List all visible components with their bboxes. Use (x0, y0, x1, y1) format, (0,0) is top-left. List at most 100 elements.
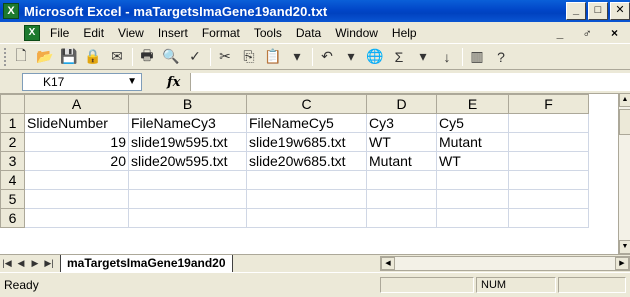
sort-ascending-icon[interactable]: ↓ (437, 47, 457, 67)
cell[interactable]: Cy5 (436, 113, 509, 133)
cell[interactable] (436, 208, 509, 228)
cell[interactable] (436, 189, 509, 209)
column-header-b[interactable]: B (128, 94, 247, 114)
paste-icon[interactable]: 📋 (263, 47, 283, 67)
menu-view[interactable]: View (118, 26, 144, 40)
chart-wizard-icon[interactable]: ▥ (467, 47, 487, 67)
cell[interactable] (508, 189, 589, 209)
cell[interactable] (436, 170, 509, 190)
undo-dropdown-icon[interactable]: ▾ (341, 47, 361, 67)
cell[interactable] (128, 170, 247, 190)
save-icon[interactable]: 💾 (59, 47, 79, 67)
select-all-corner[interactable] (0, 94, 25, 114)
row-header[interactable]: 2 (0, 132, 25, 152)
print-icon[interactable]: 🖶 (137, 47, 157, 67)
name-box[interactable]: K17 ▼ (22, 73, 142, 91)
cell[interactable]: slide19w595.txt (128, 132, 247, 152)
open-folder-icon[interactable]: 📂 (35, 47, 55, 67)
column-header-d[interactable]: D (366, 94, 437, 114)
menu-help[interactable]: Help (392, 26, 417, 40)
menu-insert[interactable]: Insert (158, 26, 188, 40)
sheet-tab-active[interactable]: maTargetsImaGene19and20 (60, 254, 233, 273)
cell[interactable]: FileNameCy5 (246, 113, 367, 133)
email-icon[interactable]: ✉ (107, 47, 127, 67)
menu-data[interactable]: Data (296, 26, 321, 40)
row-header[interactable]: 1 (0, 113, 25, 133)
vertical-scrollbar[interactable]: ▲ ▼ (618, 93, 630, 254)
menu-window[interactable]: Window (335, 26, 378, 40)
workbook-icon[interactable]: X (24, 24, 40, 41)
cell[interactable]: 20 (24, 151, 129, 171)
scroll-up-icon[interactable]: ▲ (619, 93, 630, 107)
cell[interactable]: Cy3 (366, 113, 437, 133)
next-sheet-icon[interactable]: ▶ (28, 258, 42, 269)
cell[interactable]: WT (366, 132, 437, 152)
formula-input[interactable] (190, 73, 630, 91)
cell[interactable]: WT (436, 151, 509, 171)
cell[interactable]: slide20w685.txt (246, 151, 367, 171)
scroll-thumb[interactable] (619, 109, 630, 135)
cell[interactable]: slide20w595.txt (128, 151, 247, 171)
close-button[interactable]: ✕ (610, 2, 630, 20)
spelling-icon[interactable]: ✓ (185, 47, 205, 67)
cell[interactable] (128, 189, 247, 209)
toolbar-grip[interactable] (4, 47, 7, 66)
cell[interactable]: Mutant (366, 151, 437, 171)
last-sheet-icon[interactable]: ▶| (42, 258, 56, 269)
scroll-down-icon[interactable]: ▼ (619, 240, 630, 254)
workbook-window-controls[interactable]: _ ♂ × (557, 26, 626, 40)
copy-icon[interactable]: ⎘ (239, 47, 259, 67)
scroll-right-icon[interactable]: ▶ (615, 257, 629, 270)
row-header[interactable]: 3 (0, 151, 25, 171)
column-header-a[interactable]: A (24, 94, 129, 114)
chevron-down-icon[interactable]: ▼ (127, 74, 137, 90)
insert-function-icon[interactable]: fx (167, 75, 180, 90)
column-header-f[interactable]: F (508, 94, 589, 114)
cell[interactable] (24, 189, 129, 209)
column-header-c[interactable]: C (246, 94, 367, 114)
cell[interactable] (508, 113, 589, 133)
row-header[interactable]: 4 (0, 170, 25, 190)
excel-app-icon[interactable]: X (3, 3, 19, 19)
cell[interactable] (246, 189, 367, 209)
hyperlink-icon[interactable]: 🌐 (365, 47, 385, 67)
column-header-e[interactable]: E (436, 94, 509, 114)
new-document-icon[interactable]: 🗋 (11, 47, 31, 67)
cell[interactable] (508, 132, 589, 152)
help-icon[interactable]: ? (491, 47, 511, 67)
permission-icon[interactable]: 🔒 (83, 47, 103, 67)
cell[interactable] (508, 208, 589, 228)
minimize-button[interactable]: _ (566, 2, 586, 20)
cell[interactable] (246, 208, 367, 228)
menu-tools[interactable]: Tools (254, 26, 282, 40)
menu-format[interactable]: Format (202, 26, 240, 40)
cell[interactable] (366, 170, 437, 190)
horizontal-scrollbar[interactable]: ◀ ▶ (380, 256, 630, 271)
cell[interactable]: SlideNumber (24, 113, 129, 133)
cell[interactable] (128, 208, 247, 228)
menu-file[interactable]: File (50, 26, 69, 40)
autosum-dropdown-icon[interactable]: ▾ (413, 47, 433, 67)
cell[interactable] (366, 189, 437, 209)
paste-dropdown-icon[interactable]: ▾ (287, 47, 307, 67)
row-header[interactable]: 5 (0, 189, 25, 209)
cell[interactable]: 19 (24, 132, 129, 152)
cell[interactable] (24, 170, 129, 190)
cut-icon[interactable]: ✂ (215, 47, 235, 67)
undo-icon[interactable]: ↶ (317, 47, 337, 67)
cell[interactable] (366, 208, 437, 228)
scroll-left-icon[interactable]: ◀ (381, 257, 395, 270)
cell[interactable]: slide19w685.txt (246, 132, 367, 152)
cell[interactable] (24, 208, 129, 228)
menu-edit[interactable]: Edit (83, 26, 104, 40)
row-header[interactable]: 6 (0, 208, 25, 228)
print-preview-icon[interactable]: 🔍 (161, 47, 181, 67)
first-sheet-icon[interactable]: |◀ (0, 258, 14, 269)
cell[interactable] (246, 170, 367, 190)
cell[interactable]: FileNameCy3 (128, 113, 247, 133)
cell[interactable]: Mutant (436, 132, 509, 152)
previous-sheet-icon[interactable]: ◀ (14, 258, 28, 269)
autosum-icon[interactable]: Σ (389, 47, 409, 67)
cell[interactable] (508, 151, 589, 171)
maximize-button[interactable]: □ (588, 2, 608, 20)
